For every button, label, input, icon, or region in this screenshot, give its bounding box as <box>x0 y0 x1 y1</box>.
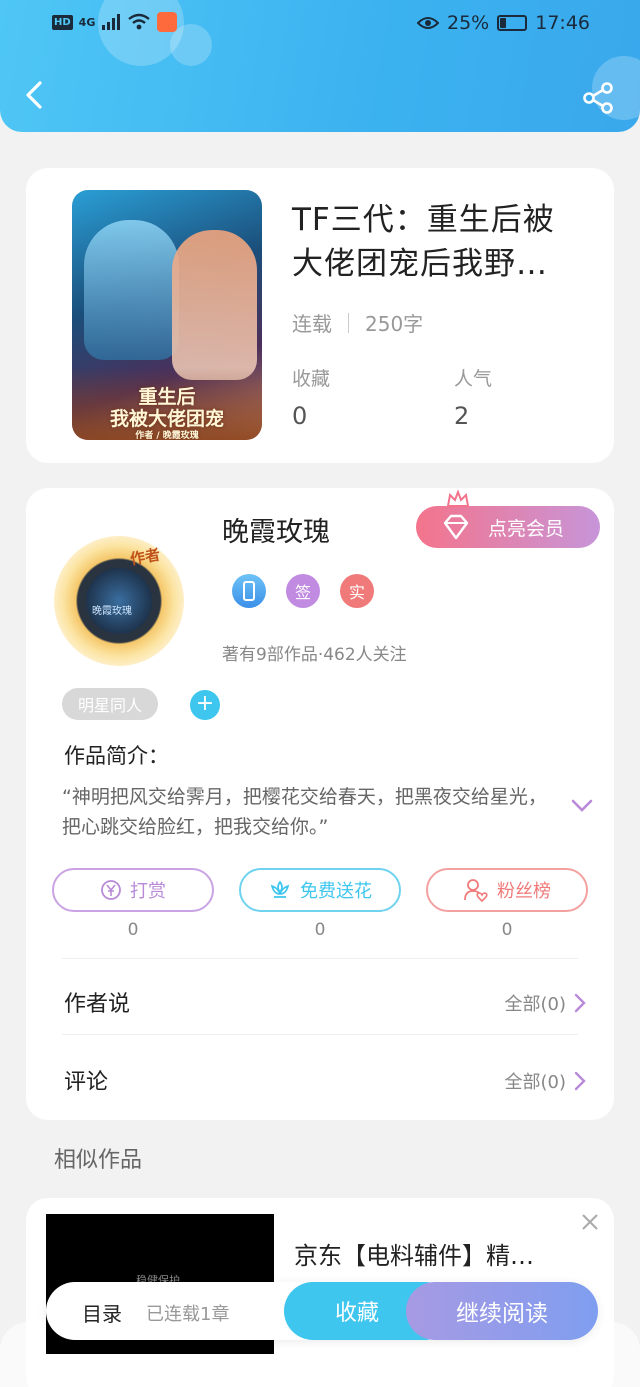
author-says-count: 全部(0) <box>504 994 567 1015</box>
status-bar: HD 4G 25% 17:46 <box>0 0 640 48</box>
author-avatar[interactable]: 作者 晚霞玫瑰 <box>54 536 184 666</box>
fans-count: 0 <box>501 920 513 940</box>
vip-button[interactable]: 点亮会员 <box>416 490 600 548</box>
notification-app-icon <box>157 12 178 32</box>
author-says-all[interactable]: 全部(0) <box>505 990 587 1016</box>
add-tag-button[interactable]: + <box>190 690 220 720</box>
yen-coin-icon <box>101 880 121 900</box>
cover-figure-right <box>172 230 257 380</box>
word-count: 250字 <box>365 312 424 336</box>
continue-reading-button[interactable]: 继续阅读 <box>406 1282 598 1340</box>
book-status: 连载 <box>292 312 332 336</box>
similar-work-title: 京东【电料辅件】精… <box>294 1242 534 1270</box>
tip-label: 打赏 <box>130 881 166 902</box>
chevron-right-icon <box>574 1071 586 1091</box>
author-name[interactable]: 晚霞玫瑰 <box>222 510 330 549</box>
book-cover[interactable]: 重生后 我被大佬团宠 作者 / 晚霞玫瑰 <box>72 190 262 440</box>
network-type: 4G <box>78 15 96 29</box>
similar-works-heading: 相似作品 <box>54 1148 143 1173</box>
genre-tag[interactable]: 明星同人 <box>62 688 159 720</box>
chevron-down-icon[interactable] <box>570 798 594 814</box>
share-icon[interactable] <box>580 80 616 116</box>
chapters-info: 已连载1章 <box>146 1304 230 1325</box>
battery-icon <box>497 15 528 31</box>
book-meta: 连载 250字 <box>292 308 423 337</box>
popularity-value: 2 <box>454 402 470 430</box>
fans-label: 粉丝榜 <box>497 881 551 902</box>
chevron-right-icon <box>574 993 586 1013</box>
crown-icon <box>446 490 470 507</box>
phone-badge-icon <box>232 574 266 608</box>
fan-heart-icon <box>464 879 488 902</box>
favorites-label: 收藏 <box>292 368 331 390</box>
bottom-action-bar: 目录 已连载1章 收藏 继续阅读 <box>46 1282 598 1340</box>
tip-button[interactable]: 打赏 <box>52 868 214 912</box>
flower-count: 0 <box>314 920 326 940</box>
signal-icon <box>102 14 121 30</box>
avatar-image <box>86 568 152 634</box>
popularity-label: 人气 <box>454 368 493 390</box>
send-flower-button[interactable]: 免费送花 <box>239 868 401 912</box>
clock: 17:46 <box>535 12 590 34</box>
meta-divider <box>348 312 349 333</box>
fan-ranking-button[interactable]: 粉丝榜 <box>426 868 588 912</box>
avatar-author-tag: 作者 <box>128 545 162 569</box>
cover-author: 作者 / 晚霞玫瑰 <box>135 431 199 440</box>
cover-title-line1: 重生后 <box>138 386 196 408</box>
toc-button[interactable]: 目录 <box>82 1298 122 1327</box>
divider <box>62 1034 578 1035</box>
tip-count: 0 <box>127 920 139 940</box>
favorites-value: 0 <box>292 402 308 430</box>
close-icon[interactable] <box>580 1212 600 1232</box>
intro-text: “神明把风交给霁月，把樱花交给春天，把黑夜交给星光，把心跳交给脸红，把我交给你。… <box>62 786 547 838</box>
works-info: 著有9部作品·462人关注 <box>222 645 407 665</box>
comments-label[interactable]: 评论 <box>64 1064 108 1096</box>
divider <box>62 958 578 959</box>
comments-count: 全部(0) <box>504 1072 567 1093</box>
verified-badge: 实 <box>340 574 374 608</box>
header: HD 4G 25% 17:46 <box>0 0 640 132</box>
cover-title: 重生后 我被大佬团宠 作者 / 晚霞玫瑰 <box>72 368 262 440</box>
intro-heading: 作品简介： <box>64 744 169 768</box>
cover-title-line2: 我被大佬团宠 <box>109 408 224 430</box>
wifi-icon <box>128 13 151 30</box>
battery-percent: 25% <box>447 12 490 34</box>
vip-label: 点亮会员 <box>488 517 565 540</box>
flower-label: 免费送花 <box>300 881 372 902</box>
hd-indicator: HD <box>52 14 73 30</box>
book-info-card: 重生后 我被大佬团宠 作者 / 晚霞玫瑰 TF三代：重生后被大佬团宠后我野… 连… <box>26 168 614 463</box>
cover-figure-left <box>84 220 179 360</box>
avatar-name: 晚霞玫瑰 <box>92 606 132 617</box>
signed-badge: 签 <box>286 574 320 608</box>
back-arrow-icon[interactable] <box>20 80 50 110</box>
diamond-icon <box>443 514 469 540</box>
eye-comfort-icon <box>417 17 439 29</box>
author-says-label[interactable]: 作者说 <box>64 986 130 1018</box>
comments-all[interactable]: 全部(0) <box>505 1068 587 1094</box>
flower-icon <box>270 880 290 898</box>
author-card: 作者 晚霞玫瑰 晚霞玫瑰 点亮会员 签 实 著有9部作品·462人关注 明星同人… <box>26 488 614 1120</box>
book-title: TF三代：重生后被大佬团宠后我野… <box>292 202 555 282</box>
